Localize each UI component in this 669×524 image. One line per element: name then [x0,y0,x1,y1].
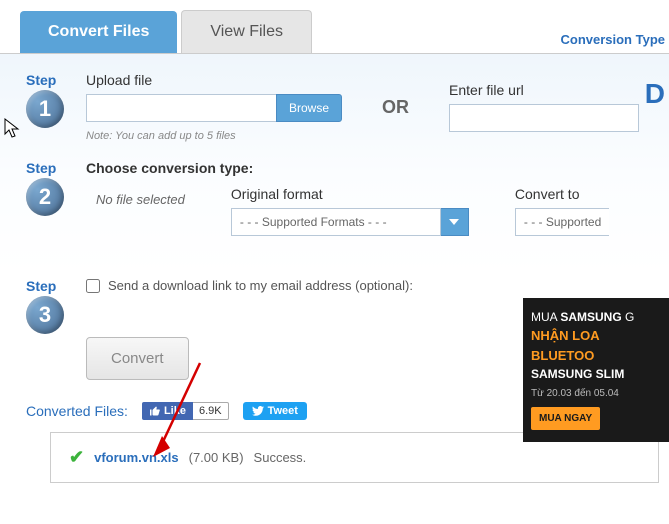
converted-file-size: (7.00 KB) [189,450,244,465]
browse-button[interactable]: Browse [276,94,342,122]
original-format-value: - - - Supported Formats - - - [231,208,441,236]
convert-to-label: Convert to [515,186,609,202]
convert-button[interactable]: Convert [86,337,189,380]
fb-like-text: Like [164,405,186,417]
upload-note: Note: You can add up to 5 files [86,130,342,142]
step-3-badge: 3 [26,296,64,334]
facebook-like-button[interactable]: Like 6.9K [142,402,229,420]
file-url-input[interactable] [449,104,639,132]
email-checkbox[interactable] [86,279,100,293]
original-format-label: Original format [231,186,469,202]
converted-file-status: Success. [254,450,307,465]
email-option-label: Send a download link to my email address… [108,278,413,293]
tweet-text: Tweet [268,405,298,417]
ad-headline: NHẬN LOA BLUETOO [531,326,661,365]
original-format-select[interactable]: - - - Supported Formats - - - [231,208,469,236]
url-title: Enter file url [449,82,639,98]
ad-cta-button[interactable]: MUA NGAY [531,407,600,430]
step-2-badge: 2 [26,178,64,216]
main-panel: Step 1 Upload file Browse Note: You can … [0,53,669,513]
converted-files-label: Converted Files: [26,403,128,419]
choose-type-title: Choose conversion type: [86,160,661,176]
ad-subhead: SAMSUNG SLIM [531,365,661,383]
no-file-selected: No file selected [86,186,185,236]
ad-date: Từ 20.03 đến 05.04 [531,386,661,401]
upload-file-title: Upload file [86,72,342,88]
convert-to-value: - - - Supported [515,208,609,236]
tweet-button[interactable]: Tweet [243,402,307,420]
tab-convert-files[interactable]: Convert Files [20,11,177,53]
or-separator: OR [382,97,409,118]
drop-indicator: D [645,78,665,110]
fb-like-count: 6.9K [193,402,229,420]
converted-file-link[interactable]: vforum.vn.xls [94,450,179,465]
step-label: Step [26,160,86,176]
step-label: Step [26,278,86,294]
conversion-types-link[interactable]: Conversion Type [560,32,669,53]
success-check-icon: ✔ [69,447,84,468]
thumb-up-icon [149,405,161,417]
convert-to-select[interactable]: - - - Supported [515,208,609,236]
twitter-icon [252,406,264,416]
step-label: Step [26,72,86,88]
step-1-badge: 1 [26,90,64,128]
chevron-down-icon [441,208,469,236]
upload-file-input[interactable] [86,94,276,122]
advertisement[interactable]: MUA SAMSUNG G NHẬN LOA BLUETOO SAMSUNG S… [523,298,669,442]
tab-view-files[interactable]: View Files [181,10,312,53]
